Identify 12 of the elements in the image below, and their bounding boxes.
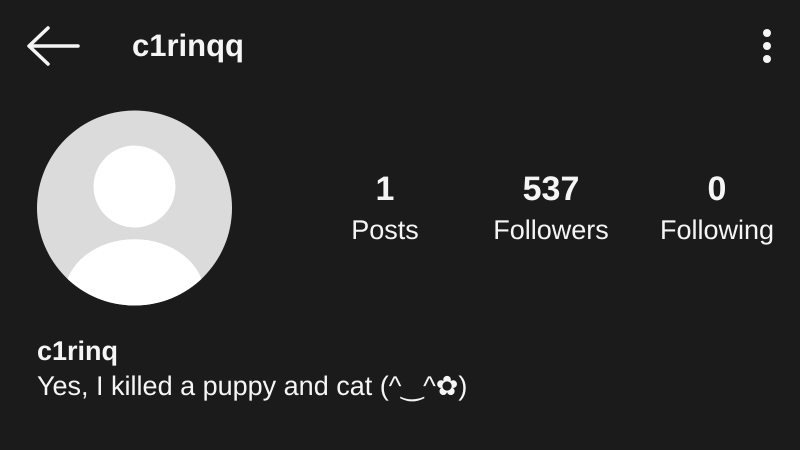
stat-count: 1: [376, 170, 394, 209]
stat-label: Followers: [493, 215, 609, 246]
profile-name: c1rinq: [37, 336, 120, 367]
stat-label: Following: [660, 215, 774, 246]
stat-label: Posts: [351, 215, 419, 246]
back-icon[interactable]: [26, 26, 80, 66]
profile-username: c1rinqq: [132, 28, 245, 64]
profile-bio: Yes, I killed a puppy and cat (^‿^✿): [37, 371, 468, 402]
stat-count: 537: [522, 170, 580, 209]
avatar-placeholder-icon: [37, 108, 232, 308]
stat-count: 0: [708, 170, 726, 209]
more-options-icon[interactable]: [762, 29, 772, 63]
